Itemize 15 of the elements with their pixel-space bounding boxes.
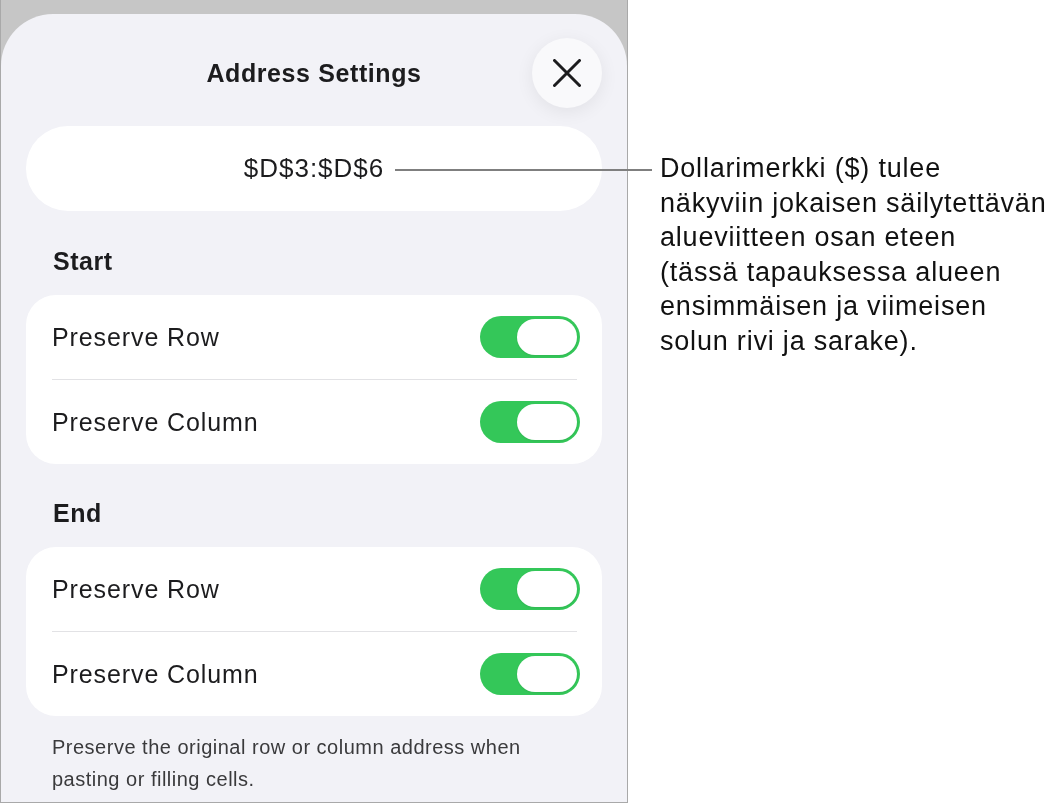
toggle-switch[interactable] xyxy=(480,401,580,443)
row-label: Preserve Row xyxy=(52,322,220,352)
row-label: Preserve Column xyxy=(52,407,259,437)
toggle-switch[interactable] xyxy=(480,568,580,610)
row-label: Preserve Row xyxy=(52,574,220,604)
close-icon xyxy=(553,59,581,87)
toggle-switch[interactable] xyxy=(480,653,580,695)
section-heading: End xyxy=(52,498,103,528)
footer-note: Preserve the original row or column address when pasting or filling cells. xyxy=(51,735,522,792)
callout-text: Dollarimerkki ($) tulee näkyviin jokaisen säilytettävän alueviitteen osan eteen (tässä tapauksessa alueen ensimmäisen ja viimeisen solun rivi ja sarake). xyxy=(660,152,1047,358)
section-heading: Start xyxy=(52,246,114,276)
toggle-switch[interactable] xyxy=(480,316,580,358)
sheet-title: Address Settings xyxy=(206,58,422,88)
address-field[interactable]: $D$3:$D$6 xyxy=(26,126,602,211)
row-label: Preserve Column xyxy=(52,659,259,689)
